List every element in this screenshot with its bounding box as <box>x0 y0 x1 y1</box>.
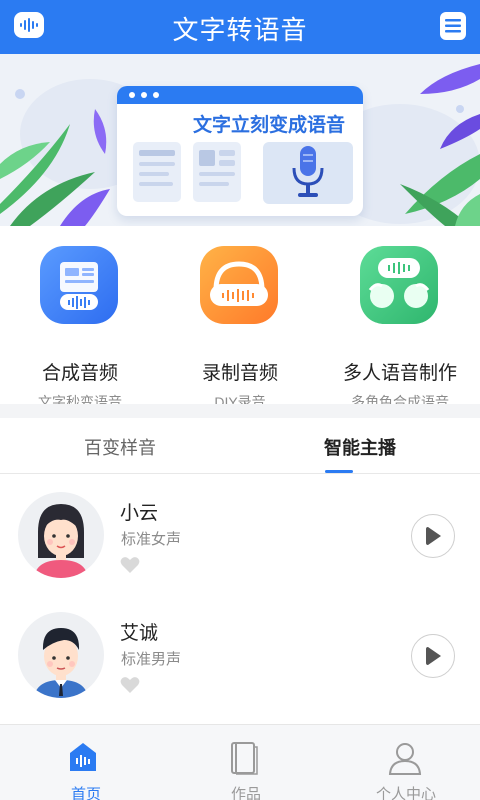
list-menu-icon[interactable] <box>440 12 466 40</box>
feature-multi-voice[interactable]: 多人语音制作 多角色合成语音 <box>320 246 480 410</box>
page-title: 文字转语音 <box>172 15 308 45</box>
nav-label: 个人中心 <box>375 786 436 800</box>
feature-record-audio[interactable]: 录制音频 DIY录音 <box>160 246 320 410</box>
nav-works[interactable]: 作品 <box>166 733 326 800</box>
feature-name: 合成音频 <box>41 363 118 384</box>
headphones-icon <box>200 246 278 324</box>
heart-icon[interactable] <box>120 676 140 699</box>
play-button[interactable] <box>411 514 455 558</box>
active-tab-indicator <box>325 470 353 473</box>
promo-banner[interactable]: 文字立刻变成语音 <box>0 54 480 226</box>
bottom-nav: 首页 作品 个人中心 <box>0 724 480 800</box>
voice-name: 艾诚 <box>120 623 159 644</box>
voice-name: 小云 <box>120 503 159 524</box>
voice-desc: 标准女声 <box>121 531 182 548</box>
document-wave-icon <box>40 246 118 324</box>
heart-icon[interactable] <box>120 556 140 579</box>
feature-grid: 合成音频 文字秒变语音 录制音频 DIY录音 多人语音制作 多角色合成语音 <box>0 226 480 410</box>
nav-home[interactable]: 首页 <box>6 733 166 800</box>
feature-synthesize-audio[interactable]: 合成音频 文字秒变语音 <box>0 246 160 410</box>
microphone-icon <box>292 146 324 197</box>
voice-item[interactable]: 小云 标准女声 <box>0 484 480 604</box>
section-divider <box>0 404 480 418</box>
female-avatar-icon <box>18 492 104 578</box>
nav-profile[interactable]: 个人中心 <box>326 733 480 800</box>
person-icon <box>388 743 422 775</box>
nav-label: 作品 <box>230 786 261 800</box>
feature-name: 录制音频 <box>201 363 278 384</box>
voice-tabs: 百变样音 智能主播 <box>0 418 480 474</box>
male-avatar-icon <box>18 612 104 698</box>
feature-name: 多人语音制作 <box>342 363 457 384</box>
play-icon <box>426 647 441 665</box>
tab-smart-anchors[interactable]: 智能主播 <box>240 434 480 460</box>
tab-voice-samples[interactable]: 百变样音 <box>0 434 240 460</box>
chat-bubbles-icon <box>360 246 438 324</box>
book-icon <box>231 742 258 775</box>
home-wave-icon <box>70 743 96 771</box>
voice-desc: 标准男声 <box>121 651 182 668</box>
play-button[interactable] <box>411 634 455 678</box>
play-icon <box>426 527 441 545</box>
banner-card: 文字立刻变成语音 <box>117 86 363 216</box>
voice-item[interactable]: 艾诚 标准男声 <box>0 604 480 724</box>
app-header: 文字转语音 <box>0 0 480 54</box>
nav-label: 首页 <box>70 786 101 800</box>
